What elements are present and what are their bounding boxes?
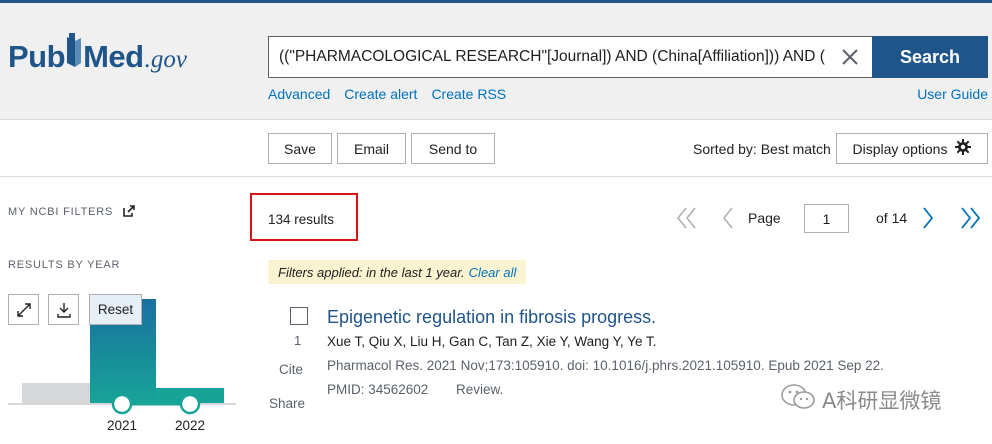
search-button[interactable]: Search: [872, 36, 988, 78]
save-button[interactable]: Save: [268, 133, 332, 164]
year-bar-before: [22, 383, 90, 403]
first-page-icon[interactable]: [676, 207, 697, 234]
send-to-button[interactable]: Send to: [411, 133, 495, 164]
reset-button[interactable]: Reset: [89, 294, 142, 325]
my-ncbi-filters-heading[interactable]: MY NCBI FILTERS: [8, 205, 135, 220]
result-number: 1: [294, 333, 302, 348]
search-sublinks: Advanced Create alert Create RSS: [268, 86, 506, 102]
logo-gov: .gov: [144, 46, 187, 73]
filters-applied-banner: Filters applied: in the last 1 year. Cle…: [268, 260, 527, 284]
pubmed-logo[interactable]: Pub Med .gov: [8, 33, 187, 83]
share-button[interactable]: Share: [269, 396, 305, 411]
previous-page-icon[interactable]: [722, 207, 734, 234]
cite-button[interactable]: Cite: [279, 362, 303, 377]
results-toolbar: Save Email Send to Sorted by: Best match…: [0, 120, 992, 177]
result-type: Review.: [456, 382, 504, 397]
logo-med: Med: [83, 39, 144, 74]
clear-all-link[interactable]: Clear all: [469, 265, 517, 280]
watermark: A科研显微镜: [780, 383, 941, 416]
total-pages-label: of 14: [876, 210, 908, 226]
email-button[interactable]: Email: [337, 133, 406, 164]
next-page-icon[interactable]: [922, 207, 934, 234]
display-options-label: Display options: [852, 140, 948, 157]
search-input[interactable]: [279, 37, 829, 77]
result-title-link[interactable]: Epigenetic regulation in fibrosis progre…: [327, 307, 656, 328]
watermark-text: A科研显微镜: [822, 388, 942, 413]
display-options-button[interactable]: Display options: [836, 133, 988, 164]
range-handle-right[interactable]: [179, 393, 201, 415]
page-label: Page: [748, 210, 781, 226]
year-label-2022: 2022: [175, 418, 206, 433]
result-citation: Pharmacol Res. 2021 Nov;173:105910. doi:…: [327, 358, 884, 373]
last-page-icon[interactable]: [960, 207, 981, 234]
wechat-icon: [780, 383, 816, 416]
user-guide-link[interactable]: User Guide: [917, 86, 988, 102]
range-handle-left[interactable]: [111, 393, 133, 415]
clear-search-icon[interactable]: [828, 37, 872, 77]
external-link-icon: [123, 205, 135, 220]
page-number-input[interactable]: [804, 204, 849, 233]
year-label-2021: 2021: [107, 418, 138, 433]
advanced-link[interactable]: Advanced: [268, 86, 330, 102]
header: Pub Med .gov Search Advanced Create aler…: [0, 3, 992, 120]
highlight-box: [250, 193, 358, 241]
create-alert-link[interactable]: Create alert: [344, 86, 417, 102]
filters-applied-text: Filters applied: in the last 1 year.: [278, 264, 465, 280]
logo-pub: Pub: [8, 39, 66, 74]
create-rss-link[interactable]: Create RSS: [431, 86, 506, 102]
sort-label[interactable]: Sorted by: Best match: [693, 141, 831, 157]
gear-icon: [955, 139, 972, 158]
results-by-year-heading: RESULTS BY YEAR: [8, 259, 121, 271]
result-select-checkbox[interactable]: [290, 307, 308, 325]
search-box: [268, 36, 872, 78]
my-ncbi-filters-label: MY NCBI FILTERS: [8, 206, 114, 218]
book-icon: [66, 33, 82, 67]
result-authors: Xue T, Qiu X, Liu H, Gan C, Tan Z, Xie Y…: [327, 334, 657, 349]
result-pmid: PMID: 34562602: [327, 382, 429, 397]
